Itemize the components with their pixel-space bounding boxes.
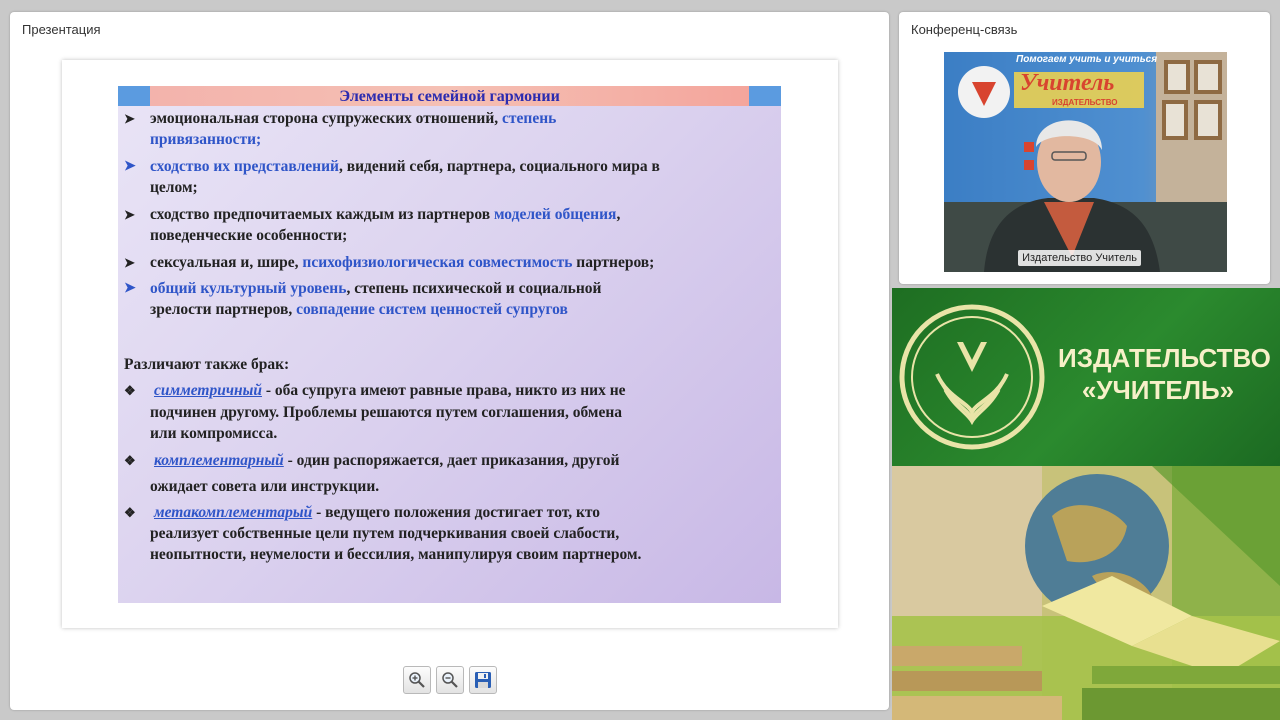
item-text: поведенческие особенности;: [150, 227, 348, 244]
term: метакомплементарый: [154, 504, 313, 521]
arrow-bullet-icon: ➤: [124, 255, 135, 270]
publisher-name: ИЗДАТЕЛЬСТВО «УЧИТЕЛЬ»: [1058, 342, 1271, 406]
item-text: , степень психической и социальной: [346, 280, 602, 297]
publisher-name-line2: «УЧИТЕЛЬ»: [1081, 375, 1235, 405]
item-text: партнеров;: [572, 254, 655, 271]
item-highlight: психофизиологическая совместимость: [302, 254, 573, 271]
term: симметричный: [154, 382, 262, 399]
publisher-name-line1: ИЗДАТЕЛЬСТВО: [1058, 343, 1271, 373]
diamond-bullet-icon: ❖: [124, 505, 136, 520]
decorative-image: [892, 466, 1280, 720]
slide-content: Элементы семейной гармонии ➤ эмоциональн…: [118, 86, 781, 603]
publisher-banner: ИЗДАТЕЛЬСТВО «УЧИТЕЛЬ»: [892, 288, 1280, 466]
item-text: ожидает совета или инструкции.: [150, 478, 380, 495]
item-text: - один распоряжается, дает приказания, д…: [283, 452, 620, 469]
item-text: сходство предпочитаемых каждым из партне…: [150, 206, 494, 223]
item-text: сексуальная и, шире,: [150, 254, 303, 271]
arrow-bullet-icon: ➤: [124, 159, 136, 174]
item-text: неопытности, неумелости и бессилия, мани…: [150, 546, 642, 563]
item-highlight: моделей общения: [493, 206, 617, 223]
save-button[interactable]: [469, 666, 497, 694]
list-item: ❖ метакомплементарый - ведущего положени…: [124, 502, 778, 568]
item-highlight: совпадение систем ценностей супругов: [296, 301, 568, 318]
arrow-bullet-icon: ➤: [124, 111, 135, 126]
zoom-in-button[interactable]: [403, 666, 431, 694]
item-highlight: степень: [502, 110, 557, 127]
video-label: Издательство Учитель: [1018, 250, 1141, 266]
list-item: ➤ сходство предпочитаемых каждым из парт…: [124, 204, 778, 248]
item-text: или компромисса.: [150, 425, 278, 442]
publisher-logo-icon: [899, 304, 1045, 450]
backdrop-brand: Учитель: [1020, 70, 1115, 96]
item-text: целом;: [150, 179, 198, 196]
sub-heading: Различают также брак:: [124, 356, 290, 373]
list-item: ➤ эмоциональная сторона супружеских отно…: [124, 108, 778, 152]
item-highlight: общий культурный уровень: [150, 280, 347, 297]
presentation-panel: Презентация Элементы семейной гармонии ➤…: [10, 12, 889, 710]
item-text: реализует собственные цели путем подчерк…: [150, 525, 620, 542]
books-globe-image: [892, 466, 1280, 720]
list-item: ➤ сходство их представлений, видений себ…: [124, 156, 778, 200]
item-text: зрелости партнеров,: [150, 301, 297, 318]
backdrop-slogan: Помогаем учить и учиться: [1016, 54, 1158, 65]
presentation-title: Презентация: [22, 22, 101, 37]
item-text: ,: [616, 206, 621, 223]
slide: Элементы семейной гармонии ➤ эмоциональн…: [62, 60, 838, 628]
item-text: эмоциональная сторона супружеских отноше…: [150, 110, 503, 127]
item-text: подчинен другому. Проблемы решаются путе…: [150, 404, 623, 421]
backdrop-sub: ИЗДАТЕЛЬСТВО: [1052, 98, 1118, 107]
diamond-bullet-icon: ❖: [124, 383, 136, 398]
conference-panel: Конференц-связь Помогаем учить и учиться…: [899, 12, 1270, 284]
list-item: ➤ общий культурный уровень, степень псих…: [124, 278, 778, 322]
arrow-bullet-icon: ➤: [124, 281, 136, 296]
list-item: ❖ комплементарный - один распоряжается, …: [124, 450, 778, 496]
item-text: , видений себя, партнера, социального ми…: [338, 158, 660, 175]
item-text: - оба супруга имеют равные права, никто …: [261, 382, 626, 399]
term: комплементарный: [154, 452, 284, 469]
zoom-in-icon: [409, 672, 425, 688]
item-text: - ведущего положения достигает тот, кто: [312, 504, 601, 521]
arrow-bullet-icon: ➤: [124, 207, 135, 222]
list-item: ❖ симметричный - оба супруга имеют равны…: [124, 380, 778, 446]
conference-title: Конференц-связь: [911, 22, 1018, 37]
list-item: ➤ сексуальная и, шире, психофизиологичес…: [124, 252, 778, 274]
zoom-out-icon: [442, 672, 458, 688]
zoom-out-button[interactable]: [436, 666, 464, 694]
video-feed[interactable]: Помогаем учить и учиться Учитель ИЗДАТЕЛ…: [944, 52, 1227, 272]
diamond-bullet-icon: ❖: [124, 453, 136, 468]
item-highlight: сходство их представлений: [150, 158, 339, 175]
item-highlight: привязанности;: [150, 131, 262, 148]
slide-heading: Элементы семейной гармонии: [118, 86, 781, 106]
save-icon: [475, 672, 491, 688]
